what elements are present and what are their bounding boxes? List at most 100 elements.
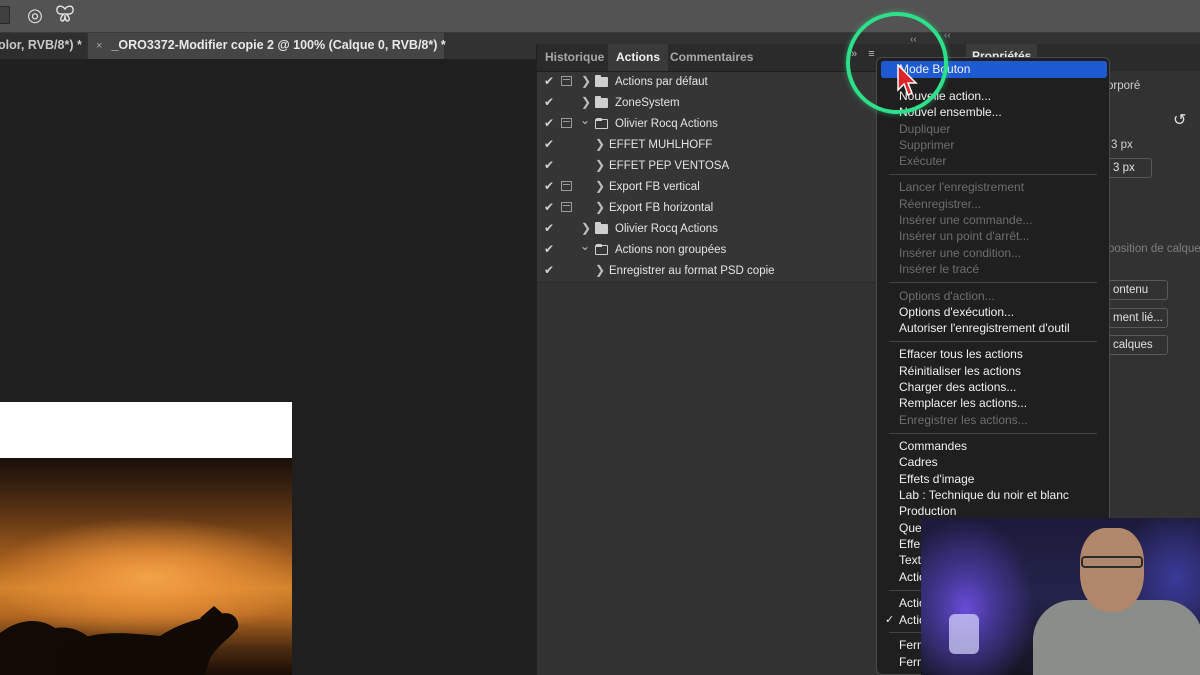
menu-item: Exécuter — [899, 154, 947, 168]
action-label: Enregistrer au format PSD copie — [609, 265, 775, 277]
incorpore-label: orporé — [1107, 80, 1141, 92]
menu-item: Enregistrer les actions... — [899, 413, 1028, 427]
dialog-toggle-icon[interactable] — [561, 181, 572, 191]
check-icon[interactable]: ✔ — [544, 95, 554, 109]
document-tab-active[interactable]: × _ORO3372-Modifier copie 2 @ 100% (Calqu… — [88, 33, 446, 59]
menu-item[interactable]: Autoriser l'enregistrement d'outil — [899, 321, 1070, 335]
menu-item[interactable]: Text — [899, 553, 921, 567]
px-value: 3 px — [1111, 139, 1133, 151]
tab-commentaires[interactable]: Commentaires — [662, 44, 761, 71]
menu-separator — [889, 433, 1097, 434]
list-item[interactable]: ✔ ❯ Export FB vertical — [537, 177, 877, 199]
list-item[interactable]: ✔ ❯ EFFET PEP VENTOSA — [537, 156, 877, 178]
menu-item: Dupliquer — [899, 122, 951, 136]
element-lie-button[interactable]: ment lié... — [1106, 308, 1168, 328]
check-icon[interactable]: ✔ — [544, 221, 554, 235]
check-icon[interactable]: ✔ — [544, 137, 554, 151]
list-item[interactable]: ✔ ⌄ Olivier Rocq Actions — [537, 113, 877, 136]
list-item[interactable]: ✔ ❯ Enregistrer au format PSD copie — [537, 261, 877, 283]
presenter-head — [1080, 528, 1144, 612]
menu-item[interactable]: Effacer tous les actions — [899, 347, 1023, 361]
list-item[interactable]: ✔ ❯ EFFET MUHLHOFF — [537, 135, 877, 157]
action-set-label: Actions par défaut — [615, 76, 708, 88]
action-set-label: Actions non groupées — [615, 244, 727, 256]
action-set-label: Olivier Rocq Actions — [615, 223, 718, 235]
reset-icon[interactable]: ↺ — [1173, 110, 1186, 130]
action-label: EFFET MUHLHOFF — [609, 139, 713, 151]
menu-item: Réenregistrer... — [899, 197, 982, 211]
menu-item: Options d'action... — [899, 289, 995, 303]
action-set-label: ZoneSystem — [615, 97, 680, 109]
collapse-icon[interactable]: ‹‹ — [944, 30, 951, 41]
menu-item[interactable]: Remplacer les actions... — [899, 396, 1027, 410]
menu-separator — [889, 282, 1097, 283]
chevron-right-icon[interactable]: ❯ — [581, 95, 591, 109]
chevron-right-icon[interactable]: ❯ — [581, 221, 591, 235]
tab-actions[interactable]: Actions — [608, 44, 669, 71]
document-tab[interactable]: olor, RVB/8*) * — [0, 33, 86, 59]
dialog-toggle-icon[interactable] — [561, 202, 572, 212]
menu-separator — [889, 174, 1097, 175]
folder-open-icon — [595, 244, 608, 255]
glasses — [1081, 556, 1143, 568]
document-tab-label: _ORO3372-Modifier copie 2 @ 100% (Calque… — [111, 38, 446, 52]
menu-item[interactable]: Réinitialiser les actions — [899, 364, 1021, 378]
chevron-down-icon[interactable]: ⌄ — [580, 239, 590, 253]
list-item[interactable]: ✔ ❯ Actions par défaut — [537, 72, 877, 94]
folder-icon — [595, 96, 608, 108]
chevron-right-icon[interactable]: ❯ — [595, 137, 605, 151]
menu-item[interactable]: Effets d'image — [899, 472, 974, 486]
lamp — [949, 614, 979, 654]
actions-panel: Historique Actions Commentaires » ≡ ✔ ❯ … — [536, 44, 893, 675]
action-label: Export FB horizontal — [609, 202, 714, 214]
menu-item: Insérer une commande... — [899, 213, 1033, 227]
check-icon[interactable]: ✔ — [544, 200, 554, 214]
webcam-overlay — [921, 518, 1200, 675]
chevron-right-icon[interactable]: ❯ — [595, 179, 605, 193]
menu-item: Lancer l'enregistrement — [899, 180, 1025, 194]
px-field[interactable]: 3 px — [1106, 158, 1152, 178]
tool-preset-box[interactable] — [0, 6, 10, 24]
check-icon[interactable]: ✔ — [544, 179, 554, 193]
menu-item[interactable]: Production — [899, 504, 956, 518]
target-brush-icon[interactable]: ◎ — [24, 4, 46, 26]
chevron-right-icon[interactable]: ❯ — [581, 74, 591, 88]
dialog-toggle-icon[interactable] — [561, 118, 572, 128]
canvas-white-area — [0, 402, 292, 458]
list-item[interactable]: ✔ ❯ Export FB horizontal — [537, 198, 877, 220]
folder-icon — [595, 222, 608, 234]
options-bar: ◎ — [0, 0, 1200, 33]
menu-item[interactable]: Que — [899, 521, 922, 535]
butterfly-icon[interactable] — [54, 4, 76, 26]
check-icon[interactable]: ✔ — [544, 74, 554, 88]
menu-item[interactable]: Charger des actions... — [899, 380, 1016, 394]
list-item[interactable]: ✔ ❯ ZoneSystem — [537, 93, 877, 115]
horse-sunset-photo — [0, 458, 292, 675]
chevron-down-icon[interactable]: ⌄ — [580, 113, 590, 127]
list-item[interactable]: ✔ ❯ Olivier Rocq Actions — [537, 219, 877, 241]
dialog-toggle-icon[interactable] — [561, 76, 572, 86]
contenu-button[interactable]: ontenu — [1106, 280, 1168, 300]
menu-item: Insérer un point d'arrêt... — [899, 229, 1030, 243]
close-tab-icon[interactable]: × — [96, 40, 102, 52]
menu-item[interactable]: Lab : Technique du noir et blanc — [899, 488, 1069, 502]
menu-item[interactable]: Cadres — [899, 455, 938, 469]
list-item[interactable]: ✔ ⌄ Actions non groupées — [537, 239, 877, 262]
menu-item[interactable]: Effe — [899, 537, 920, 551]
folder-open-icon — [595, 118, 608, 129]
tab-historique[interactable]: Historique — [537, 44, 612, 71]
check-icon[interactable]: ✔ — [544, 116, 554, 130]
chevron-right-icon[interactable]: ❯ — [595, 263, 605, 277]
menu-item[interactable]: Options d'exécution... — [899, 305, 1014, 319]
calques-button[interactable]: calques — [1106, 335, 1168, 355]
mouse-pointer-icon — [897, 64, 918, 97]
chevron-right-icon[interactable]: ❯ — [595, 200, 605, 214]
check-icon: ✓ — [885, 614, 895, 626]
check-icon[interactable]: ✔ — [544, 263, 554, 277]
check-icon[interactable]: ✔ — [544, 242, 554, 256]
chevron-right-icon[interactable]: ❯ — [595, 158, 605, 172]
action-label: EFFET PEP VENTOSA — [609, 160, 730, 172]
menu-item[interactable]: Commandes — [899, 439, 967, 453]
action-set-label: Olivier Rocq Actions — [615, 118, 718, 130]
check-icon[interactable]: ✔ — [544, 158, 554, 172]
